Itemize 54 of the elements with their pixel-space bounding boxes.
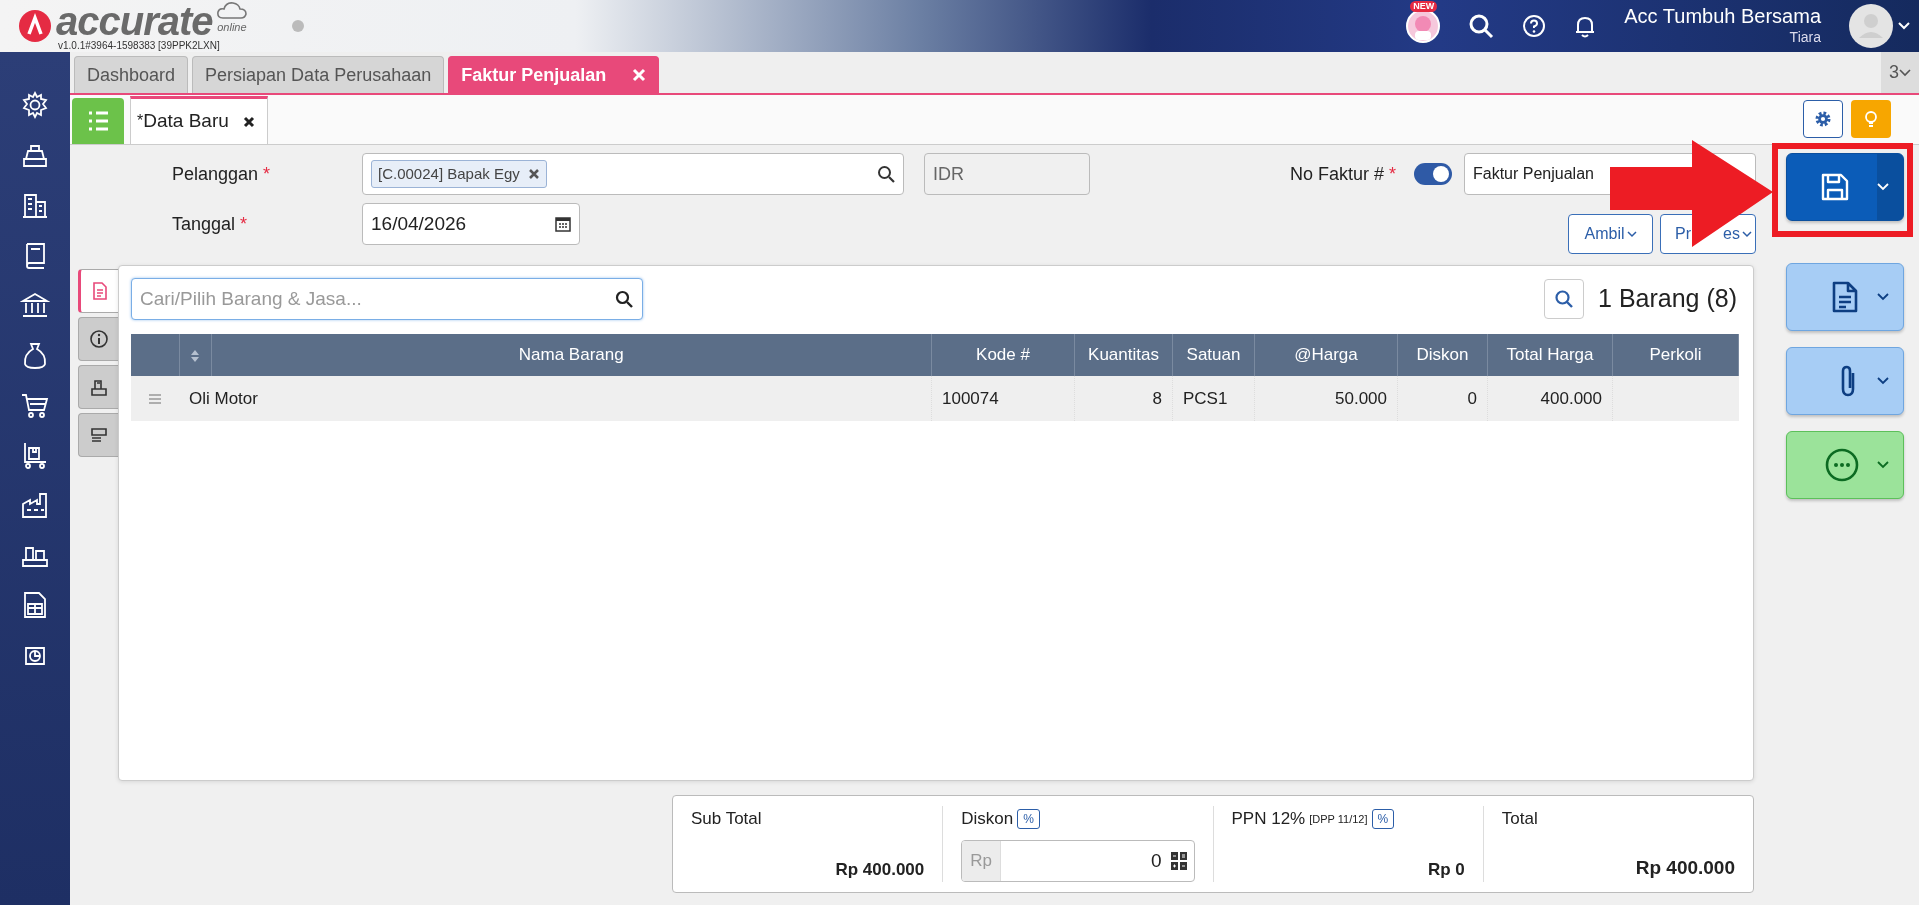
column-header: Satuan (1172, 334, 1255, 376)
date-field[interactable]: 16/04/2026 (362, 203, 580, 245)
total-label: PPN 12% (1231, 808, 1306, 830)
version-text: v1.0.1#3964-1598383 [39PPK2LXN] (58, 39, 221, 51)
company-name: Acc Tumbuh Bersama (1624, 4, 1821, 27)
required-mark: * (240, 212, 248, 236)
percent-toggle[interactable]: % (1017, 808, 1040, 829)
tab-label: Data Baru (143, 109, 229, 134)
table-cell: Oli Motor (189, 388, 258, 408)
tab[interactable]: Dashboard (74, 56, 189, 93)
field-label: No Faktur # (1289, 162, 1384, 186)
tab-count[interactable]: 3 (1889, 59, 1899, 86)
table-cell: PCS1 (1183, 388, 1228, 408)
tab[interactable]: Persiapan Data Perusahaan (192, 56, 445, 93)
column-header: Kuantitas (1074, 334, 1173, 376)
total-label: Diskon (961, 808, 1014, 830)
item-search-field[interactable]: Cari/Pilih Barang & Jasa... (131, 278, 643, 320)
field-label: Tanggal (172, 212, 236, 236)
column-header: Kode # (931, 334, 1075, 376)
tab[interactable]: Faktur Penjualan (448, 56, 660, 93)
discount-field[interactable]: Rp 0 (961, 840, 1195, 882)
tax-note: [DPP 11/12] (1309, 811, 1368, 827)
required-mark: * (263, 162, 271, 186)
customer-field[interactable]: [C.00024] Bapak Egy (362, 153, 904, 195)
table-cell: 0 (1467, 388, 1477, 408)
column-header: Nama Barang (211, 334, 932, 376)
table-cell: 400.000 (1540, 388, 1602, 408)
percent-toggle[interactable]: % (1371, 808, 1395, 829)
total-label: Sub Total (691, 808, 762, 830)
total-value: Rp 400.000 (1634, 855, 1735, 880)
item-count: 1 Barang (8) (1598, 283, 1737, 315)
new-badge: NEW (1410, 1, 1438, 12)
total-label: Total (1501, 808, 1538, 830)
total-value: Rp 400.000 (834, 858, 925, 881)
column-header: Diskon (1397, 334, 1488, 376)
currency-prefix: Rp (962, 841, 1001, 881)
take-button[interactable]: Ambil (1568, 214, 1653, 254)
column-header: @Harga (1254, 334, 1398, 376)
document-tab[interactable]: *Data Baru (130, 96, 268, 144)
table-cell: 8 (1152, 388, 1162, 408)
modified-marker: * (137, 111, 144, 132)
currency-field: IDR (924, 153, 1090, 195)
field-label: Pelanggan (172, 162, 259, 186)
column-header: Total Harga (1487, 334, 1613, 376)
customer-chip[interactable]: [C.00024] Bapak Egy (371, 159, 547, 189)
discount-value: 0 (1149, 848, 1163, 873)
required-mark: * (1389, 162, 1396, 186)
total-value: Rp 0 (1426, 858, 1465, 881)
logo-text: accurate (56, 1, 213, 40)
user-name: Tiara (1788, 27, 1821, 47)
table-cell: 50.000 (1335, 388, 1387, 408)
column-header: Perkoli (1612, 334, 1739, 376)
table-cell: 100074 (942, 388, 999, 408)
logo-subtext: online (217, 20, 247, 36)
